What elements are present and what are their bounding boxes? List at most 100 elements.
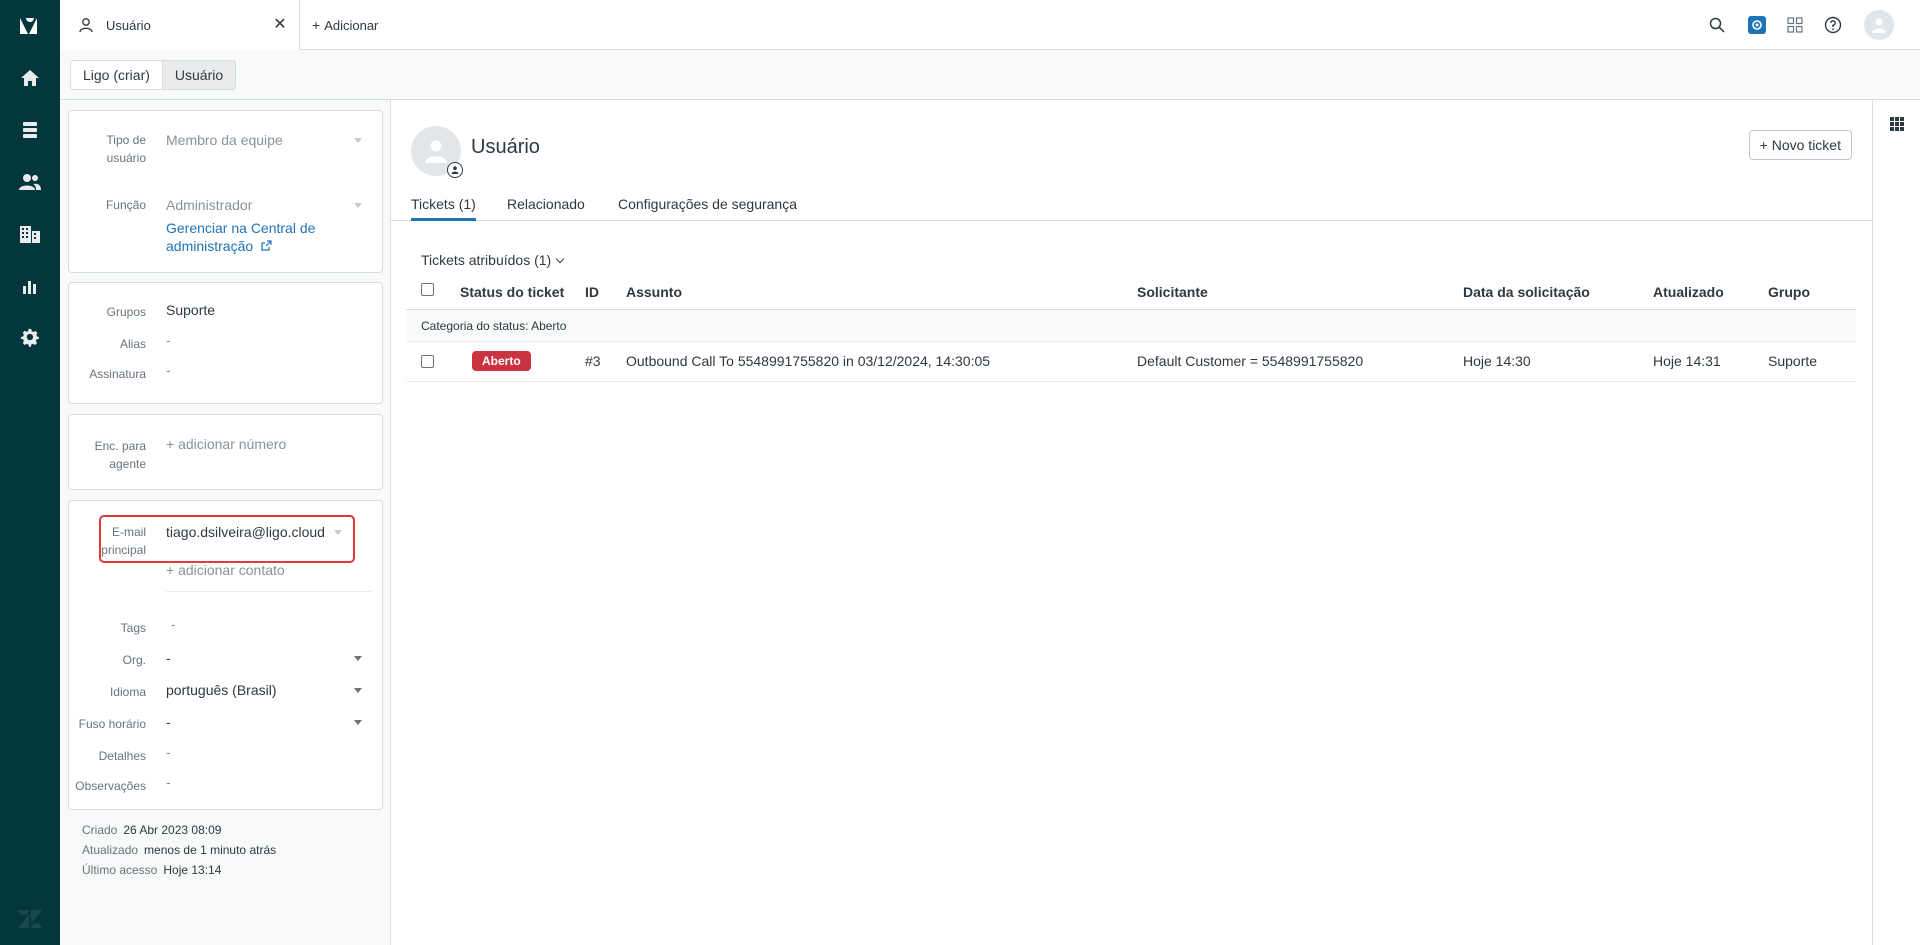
select-all-checkbox[interactable] xyxy=(421,283,434,296)
updated-row: Atualizado menos de 1 minuto atrás xyxy=(82,840,276,860)
organizations-icon[interactable] xyxy=(16,220,44,248)
main-nav xyxy=(0,0,60,945)
products-grid-icon[interactable] xyxy=(1782,12,1808,38)
plus-icon: + xyxy=(312,17,321,33)
zendesk-z-logo-icon xyxy=(17,908,43,930)
top-bar: Usuário ✕ + Adicionar xyxy=(60,0,1920,50)
chevron-down-icon xyxy=(354,656,362,661)
add-label: Adicionar xyxy=(324,18,379,33)
table-header: Status do ticket ID Assunto Solicitante … xyxy=(406,276,1856,310)
reporting-icon[interactable] xyxy=(16,272,44,300)
groups-label: Grupos xyxy=(106,305,146,319)
search-icon[interactable] xyxy=(1704,12,1730,38)
add-button[interactable]: + Adicionar xyxy=(312,17,378,33)
profile-avatar[interactable] xyxy=(1864,10,1894,40)
chevron-down-icon xyxy=(555,254,565,264)
tab-related[interactable]: Relacionado xyxy=(507,196,585,221)
last-access-row: Último acesso Hoje 13:14 xyxy=(82,860,276,880)
admin-center-link-text: Gerenciar na Central de administração xyxy=(166,220,316,254)
chevron-down-icon xyxy=(334,530,342,535)
assigned-tickets-toggle[interactable]: Tickets atribuídos (1) xyxy=(421,252,565,268)
tags-label: Tags xyxy=(120,621,146,635)
ticket-requester: Default Customer = 5548991755820 xyxy=(1137,353,1364,369)
breadcrumb-user[interactable]: Usuário xyxy=(162,60,237,90)
status-group-caption: Categoria do status: xyxy=(421,319,529,333)
breadcrumb-bar: Ligo (criar) Usuário xyxy=(60,50,1920,100)
status-group-row: Categoria do status: Aberto xyxy=(406,310,1856,342)
status-badge: Aberto xyxy=(472,351,531,371)
org-label: Org. xyxy=(122,653,146,667)
org-select[interactable]: - xyxy=(166,649,171,667)
main-content: Usuário + Novo ticket Tickets (1) Relaci… xyxy=(391,100,1872,945)
new-ticket-button[interactable]: + Novo ticket xyxy=(1748,130,1852,160)
tab-title: Usuário xyxy=(106,17,151,33)
row-checkbox[interactable] xyxy=(421,355,434,368)
user-type-label: Tipo de usuário xyxy=(106,133,146,165)
external-link-icon xyxy=(261,240,272,251)
apps-sidebar xyxy=(1872,100,1920,945)
ticket-group: Suporte xyxy=(1768,353,1818,369)
timezone-label: Fuso horário xyxy=(78,717,146,731)
admin-gear-icon[interactable] xyxy=(16,324,44,352)
status-group-value: Aberto xyxy=(531,319,567,333)
col-subject[interactable]: Assunto xyxy=(626,284,682,300)
col-requester[interactable]: Solicitante xyxy=(1137,284,1208,300)
col-requested[interactable]: Data da solicitação xyxy=(1463,284,1590,300)
assigned-tickets-title: Tickets atribuídos (1) xyxy=(421,252,552,268)
alias-label: Alias xyxy=(119,337,146,351)
top-icons xyxy=(1692,10,1894,40)
add-number-link[interactable]: + adicionar número xyxy=(166,435,286,453)
ticket-requested: Hoje 14:30 xyxy=(1463,353,1531,369)
col-updated[interactable]: Atualizado xyxy=(1653,284,1724,300)
apps-grid-icon[interactable] xyxy=(1889,116,1905,132)
tab-user[interactable]: Usuário ✕ xyxy=(60,0,300,50)
role-select[interactable]: Administrador xyxy=(166,196,252,214)
home-icon[interactable] xyxy=(16,64,44,92)
timezone-select[interactable]: - xyxy=(166,713,171,731)
groups-value[interactable]: Suporte xyxy=(166,301,215,319)
col-id[interactable]: ID xyxy=(585,284,599,300)
created-label: Criado xyxy=(82,823,118,837)
breadcrumb: Ligo (criar) Usuário xyxy=(70,60,237,90)
views-icon[interactable] xyxy=(16,116,44,144)
col-status[interactable]: Status do ticket xyxy=(460,284,564,300)
admin-center-link[interactable]: Gerenciar na Central de administração xyxy=(166,219,346,255)
last-access-value: Hoje 13:14 xyxy=(163,863,222,877)
tab-tickets[interactable]: Tickets (1) xyxy=(411,196,476,221)
details-input[interactable]: - xyxy=(166,743,171,761)
chevron-down-icon xyxy=(354,720,362,725)
talk-product-icon[interactable] xyxy=(1748,16,1766,34)
notes-input[interactable]: - xyxy=(166,773,171,791)
ticket-subject[interactable]: Outbound Call To 5548991755820 in 03/12/… xyxy=(626,353,990,369)
user-type-select[interactable]: Membro da equipe xyxy=(166,131,283,149)
agent-badge-icon xyxy=(447,162,463,178)
add-contact-link[interactable]: + adicionar contato xyxy=(166,561,285,579)
notes-label: Observações xyxy=(75,779,146,793)
zendesk-support-logo-icon[interactable] xyxy=(16,14,44,38)
ticket-updated: Hoje 14:31 xyxy=(1653,353,1721,369)
chevron-down-icon xyxy=(354,203,362,208)
table-row[interactable]: Aberto #3 Outbound Call To 5548991755820… xyxy=(406,342,1856,382)
customers-icon[interactable] xyxy=(16,168,44,196)
breadcrumb-org[interactable]: Ligo (criar) xyxy=(70,60,163,90)
help-icon[interactable] xyxy=(1820,12,1846,38)
updated-value: menos de 1 minuto atrás xyxy=(144,843,277,857)
ticket-id: #3 xyxy=(585,353,601,369)
language-select[interactable]: português (Brasil) xyxy=(166,681,277,699)
user-type-card: Tipo de usuário Membro da equipe Função … xyxy=(68,110,383,273)
signature-value[interactable]: - xyxy=(166,361,171,379)
close-tab-icon[interactable]: ✕ xyxy=(273,17,287,33)
alias-value[interactable]: - xyxy=(166,331,171,349)
user-meta: Criado 26 Abr 2023 08:09 Atualizado menos … xyxy=(82,820,276,880)
email-value[interactable]: tiago.dsilveira@ligo.cloud xyxy=(166,523,325,541)
signature-label: Assinatura xyxy=(89,367,146,381)
details-label: Detalhes xyxy=(98,749,146,763)
user-icon xyxy=(78,17,94,33)
chevron-down-icon xyxy=(354,688,362,693)
last-access-label: Último acesso xyxy=(82,863,158,877)
col-group[interactable]: Grupo xyxy=(1768,284,1810,300)
tab-security-settings[interactable]: Configurações de segurança xyxy=(618,196,797,221)
tags-input[interactable]: - xyxy=(171,615,176,633)
language-label: Idioma xyxy=(109,685,146,699)
updated-label: Atualizado xyxy=(82,843,139,857)
